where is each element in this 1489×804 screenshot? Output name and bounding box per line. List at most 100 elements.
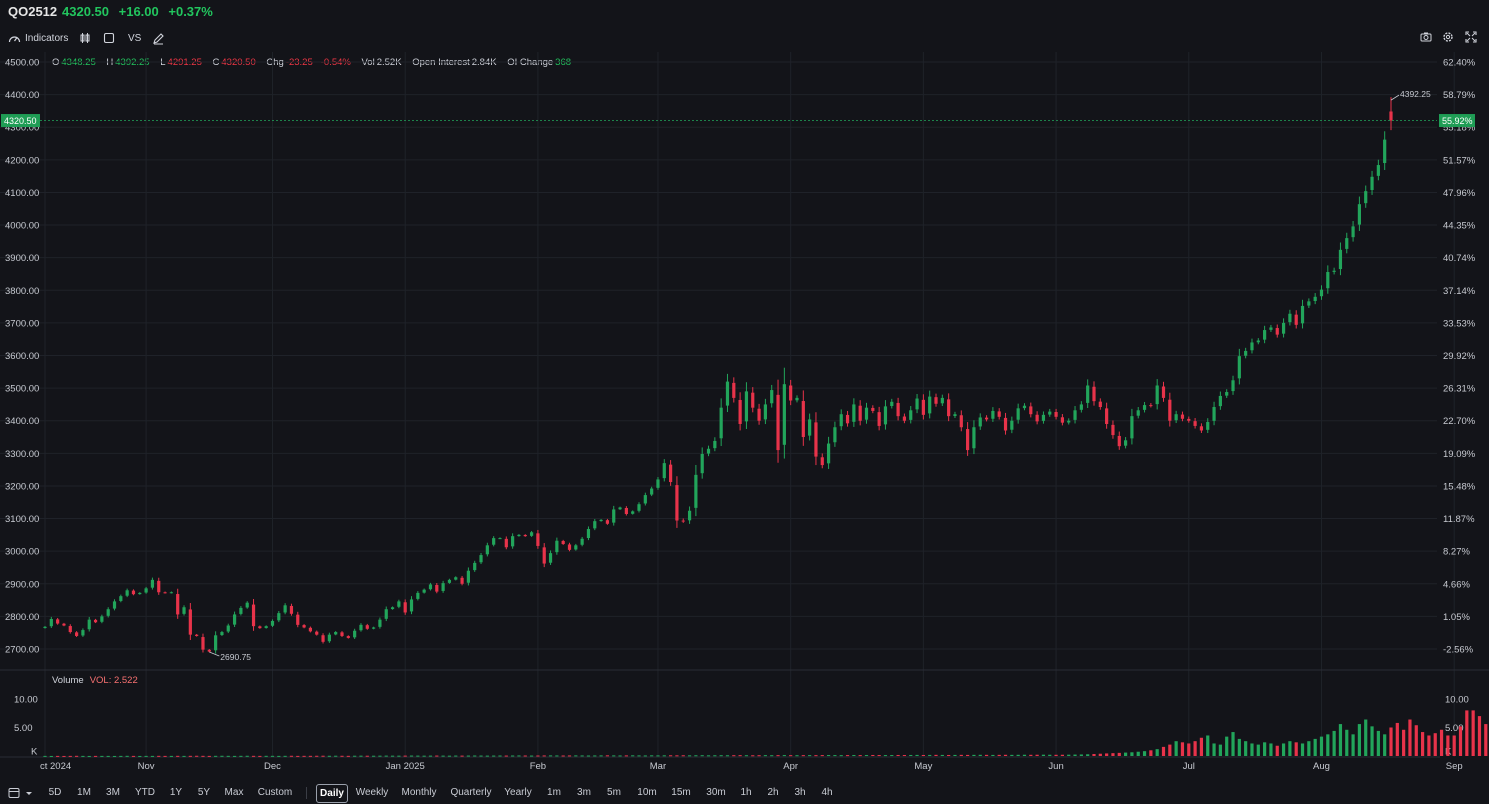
volume-bar bbox=[612, 755, 616, 757]
percent-tick-label: 19.09% bbox=[1443, 449, 1476, 460]
interval-button-5m[interactable]: 5m bbox=[603, 784, 625, 801]
volume-bar bbox=[871, 754, 875, 756]
volume-bar bbox=[618, 755, 622, 757]
interval-button-monthly[interactable]: Monthly bbox=[399, 784, 439, 801]
candle-body bbox=[353, 630, 357, 638]
volume-bar bbox=[776, 755, 780, 757]
candle-body bbox=[163, 592, 167, 594]
x-axis-label: ct 2024 bbox=[40, 761, 71, 772]
percent-tick-label: 33.53% bbox=[1443, 318, 1476, 329]
percent-tick-label: 15.48% bbox=[1443, 481, 1476, 492]
candle-body bbox=[220, 632, 224, 636]
volume-bar bbox=[1370, 726, 1374, 756]
candle-body bbox=[138, 592, 142, 595]
volume-bar bbox=[176, 755, 180, 757]
candle-body bbox=[808, 419, 812, 436]
interval-button-quarterly[interactable]: Quarterly bbox=[449, 784, 493, 801]
interval-button-15m[interactable]: 15m bbox=[668, 784, 694, 801]
volume-bar bbox=[157, 755, 161, 757]
interval-button-1h[interactable]: 1h bbox=[737, 784, 755, 801]
volume-bar bbox=[473, 755, 477, 757]
volume-bar bbox=[296, 755, 300, 757]
interval-menu-button[interactable] bbox=[6, 784, 34, 801]
candle-body bbox=[296, 614, 300, 625]
interval-button-weekly[interactable]: Weekly bbox=[352, 784, 392, 801]
range-button-ytd[interactable]: YTD bbox=[131, 784, 159, 801]
range-button-3m[interactable]: 3M bbox=[101, 784, 125, 801]
volume-bar bbox=[1326, 734, 1330, 756]
volume-pane-title: Volume bbox=[52, 675, 84, 686]
candle-body bbox=[473, 562, 477, 571]
candle-body bbox=[1357, 204, 1362, 225]
candle-body bbox=[195, 634, 199, 636]
range-button-5y[interactable]: 5Y bbox=[193, 784, 215, 801]
range-button-1y[interactable]: 1Y bbox=[165, 784, 187, 801]
candle-body bbox=[169, 592, 173, 594]
volume-bar bbox=[1244, 741, 1248, 756]
candle-body bbox=[49, 618, 53, 627]
volume-bar bbox=[1155, 749, 1159, 756]
candle-body bbox=[833, 427, 837, 443]
volume-bar bbox=[643, 755, 647, 757]
candle-body bbox=[131, 590, 136, 595]
volume-bar bbox=[422, 755, 426, 757]
candle-body bbox=[612, 509, 616, 523]
interval-button-3h[interactable]: 3h bbox=[791, 784, 809, 801]
x-axis-label: Dec bbox=[264, 761, 281, 772]
range-button-5d[interactable]: 5D bbox=[44, 784, 66, 801]
range-button-custom[interactable]: Custom bbox=[256, 784, 294, 801]
candle-body bbox=[1206, 422, 1210, 430]
price-tick-label: 3600.00 bbox=[5, 351, 39, 362]
candle-body bbox=[308, 627, 313, 632]
candle-body bbox=[289, 605, 294, 614]
candle-body bbox=[567, 544, 572, 550]
volume-bar bbox=[1307, 741, 1311, 756]
volume-bar bbox=[808, 755, 812, 757]
volume-bar bbox=[523, 755, 527, 757]
candle-body bbox=[789, 385, 793, 401]
candle-body bbox=[966, 429, 970, 451]
volume-bar bbox=[725, 755, 730, 757]
candle-body bbox=[1370, 176, 1374, 190]
volume-bar bbox=[669, 755, 673, 757]
interval-button-30m[interactable]: 30m bbox=[703, 784, 729, 801]
volume-bar bbox=[580, 755, 584, 757]
candle-body bbox=[403, 602, 407, 613]
candle-body bbox=[1060, 417, 1064, 423]
interval-button-daily[interactable]: Daily bbox=[316, 784, 348, 803]
candle-body bbox=[87, 619, 91, 630]
interval-button-2h[interactable]: 2h bbox=[764, 784, 782, 801]
volume-bar bbox=[321, 755, 325, 757]
interval-button-3m[interactable]: 3m bbox=[573, 784, 595, 801]
volume-bar bbox=[586, 755, 591, 757]
candle-body bbox=[852, 404, 856, 422]
interval-button-yearly[interactable]: Yearly bbox=[502, 784, 534, 801]
range-button-1m[interactable]: 1M bbox=[72, 784, 96, 801]
range-button-max[interactable]: Max bbox=[221, 784, 247, 801]
candle-body bbox=[921, 399, 925, 415]
volume-bar bbox=[1035, 754, 1039, 756]
x-axis-label: Aug bbox=[1313, 761, 1330, 772]
price-chart[interactable]: 2700.00 2800.00 2900.00 3000.00 3100.00 3200.… bbox=[0, 0, 1489, 804]
price-tick-label: 4200.00 bbox=[5, 155, 39, 166]
candle-body bbox=[1319, 289, 1324, 297]
candle-body bbox=[997, 411, 1001, 417]
candle-body bbox=[1130, 416, 1134, 439]
x-axis-label: Nov bbox=[138, 761, 155, 772]
interval-button-1m[interactable]: 1m bbox=[543, 784, 565, 801]
volume-bar bbox=[87, 755, 91, 757]
candle-body bbox=[1016, 408, 1020, 420]
interval-button-4h[interactable]: 4h bbox=[818, 784, 836, 801]
current-pct-tag-label: 55.92% bbox=[1442, 116, 1473, 126]
volume-bar bbox=[1060, 754, 1064, 756]
volume-bar bbox=[1048, 754, 1052, 756]
volume-bar bbox=[1250, 743, 1254, 756]
volume-bar bbox=[125, 755, 129, 757]
volume-bar bbox=[909, 754, 913, 756]
interval-button-10m[interactable]: 10m bbox=[634, 784, 660, 801]
volume-bar bbox=[713, 755, 717, 757]
volume-bar bbox=[1231, 732, 1235, 756]
volume-bar bbox=[1439, 729, 1444, 756]
volume-bar bbox=[574, 755, 578, 757]
candle-body bbox=[334, 632, 338, 635]
